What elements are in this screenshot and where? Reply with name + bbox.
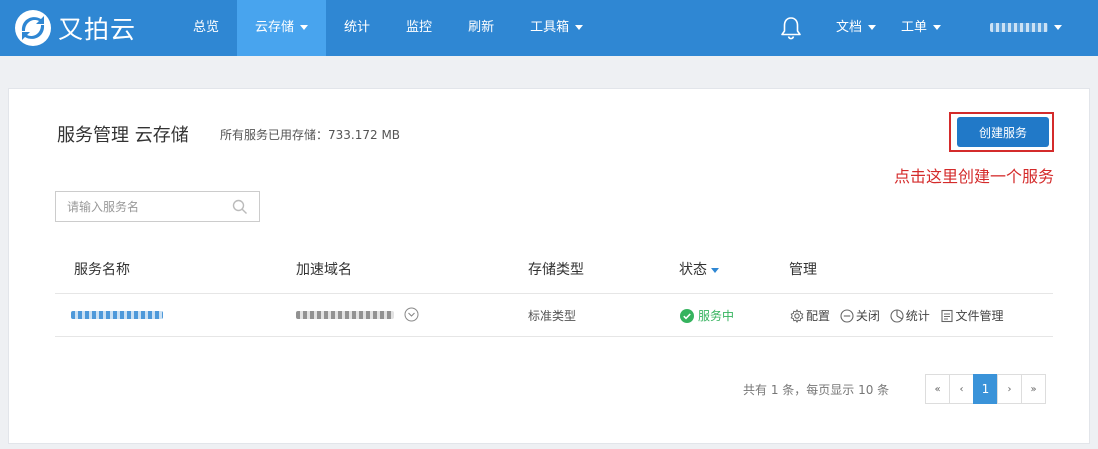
minus-circle-icon [840,308,854,323]
page-first-button[interactable]: « [925,374,950,404]
close-label: 关闭 [855,309,880,323]
divider [55,336,1053,337]
page-last-button[interactable]: » [1021,374,1046,404]
file-icon [940,309,953,322]
page-next-button[interactable]: › [997,374,1022,404]
annotation-hint-text: 点击这里创建一个服务 [894,167,1055,186]
username-redacted [990,23,1048,32]
file-manager-action[interactable]: 文件管理 [940,307,1004,324]
storage-usage-value: 733.172 MB [328,128,401,142]
brand-name: 又拍云 [58,15,137,44]
divider [55,293,1053,294]
config-action[interactable]: 配置 [790,307,830,324]
gear-icon [790,308,804,323]
status-badge: 服务中 [680,307,734,324]
status-text: 服务中 [698,309,735,323]
nav-item-statistics[interactable]: 统计 [326,0,388,56]
create-service-button[interactable]: 创建服务 [957,117,1049,147]
storage-usage-label: 所有服务已用存储： [220,128,329,142]
nav-docs-label: 文档 [836,20,863,35]
actions-cell: 配置 关闭 统计 文件管理 [790,307,1010,326]
nav-item-refresh[interactable]: 刷新 [450,0,512,56]
nav-label: 总览 [193,20,220,35]
top-navbar: 又拍云 总览 云存储 统计 监控 刷新 工具箱 文档 工单 [0,0,1098,56]
nav-docs[interactable]: 文档 [836,0,877,56]
expand-domains-icon[interactable] [404,307,419,322]
file-manager-label: 文件管理 [955,309,1004,323]
nav-tickets-label: 工单 [901,20,928,35]
upyun-logo-icon [15,10,51,46]
nav-label: 统计 [344,20,371,35]
nav-label: 工具箱 [530,20,570,35]
status-header-label: 状态 [679,262,707,278]
nav-label: 监控 [406,20,433,35]
page-current-button[interactable]: 1 [973,374,998,404]
nav-item-toolbox[interactable]: 工具箱 [512,0,601,56]
storage-usage: 所有服务已用存储：733.172 MB [220,126,400,143]
domain-redacted [296,310,394,319]
column-header-status[interactable]: 状态 [679,259,719,279]
nav-item-monitor[interactable]: 监控 [388,0,450,56]
service-name-link[interactable] [71,307,163,321]
chevron-down-icon [300,25,309,30]
nav-label: 刷新 [468,20,495,35]
chevron-down-icon [575,25,584,30]
column-header-service-name: 服务名称 [74,262,130,278]
status-cell: 服务中 [680,307,734,326]
pagination: « ‹ 1 › » [925,374,1046,404]
chevron-down-icon [868,25,877,30]
nav-label: 云存储 [255,20,295,35]
user-menu[interactable] [990,0,1062,56]
pagination-info: 共有 1 条，每页显示 10 条 [743,383,890,397]
search-box [55,191,260,222]
nav-tickets[interactable]: 工单 [901,0,942,56]
stats-action[interactable]: 统计 [890,307,930,324]
storage-type-cell: 标准类型 [528,309,577,323]
service-management-card: 服务管理 云存储 所有服务已用存储：733.172 MB 创建服务 点击这里创建… [8,88,1090,444]
chevron-down-icon [933,25,942,30]
page-prev-button[interactable]: ‹ [949,374,974,404]
search-input[interactable] [56,192,221,221]
domain-cell [296,307,419,322]
service-name-redacted [71,310,163,319]
bell-icon[interactable] [780,16,802,40]
sort-down-icon[interactable] [711,267,719,273]
stats-label: 统计 [905,309,930,323]
column-header-manage: 管理 [789,262,817,278]
nav-item-overview[interactable]: 总览 [175,0,237,56]
pie-chart-icon [890,308,904,323]
brand-logo[interactable]: 又拍云 [14,9,136,47]
page-title: 服务管理 云存储 [57,125,189,146]
check-circle-icon [680,308,694,323]
column-header-storage-type: 存储类型 [528,262,584,278]
search-icon[interactable] [232,199,248,215]
main-nav: 总览 云存储 统计 监控 刷新 工具箱 [175,0,601,56]
close-action[interactable]: 关闭 [840,307,880,324]
config-label: 配置 [806,309,831,323]
column-header-domain: 加速域名 [296,262,352,278]
nav-item-cloud-storage[interactable]: 云存储 [237,0,327,56]
chevron-down-icon [1054,25,1062,30]
